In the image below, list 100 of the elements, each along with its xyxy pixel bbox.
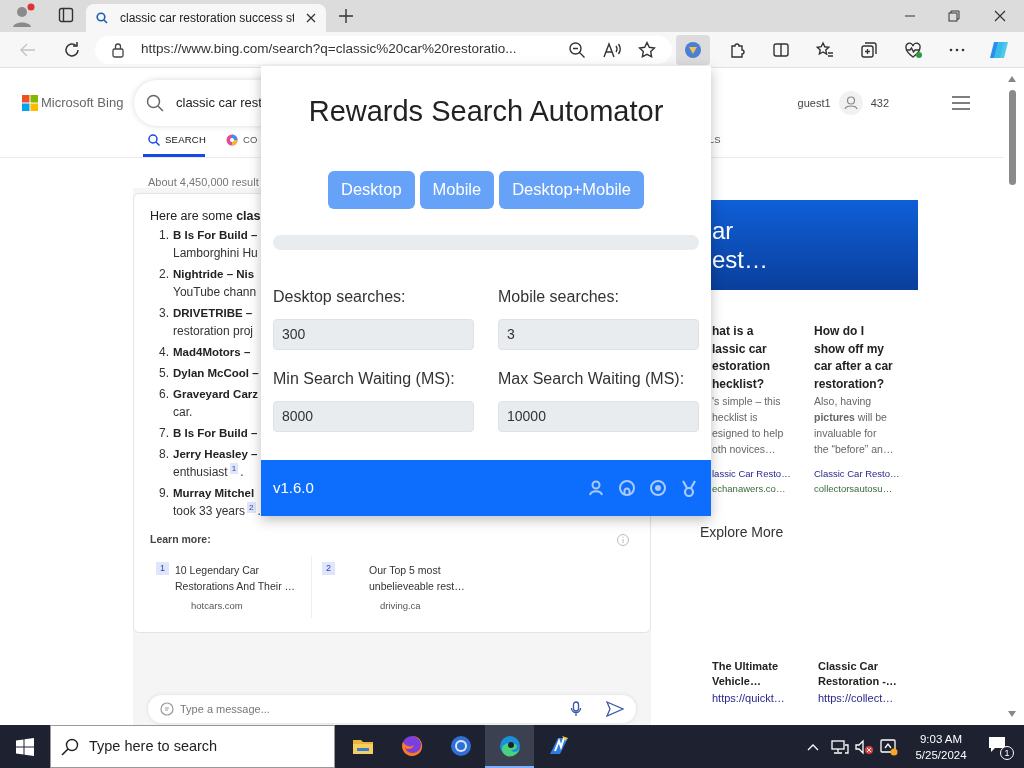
explore-card[interactable]: The Ultimate Vehicle… https://quickt…	[700, 659, 808, 707]
snippet-text: invaluable for	[814, 426, 878, 441]
address-field[interactable]: https://www.bing.com/search?q=classic%20car%20restoratio...	[95, 35, 672, 64]
source-card[interactable]: 2 Our Top 5 most unbelieveable rest… driving.ca	[312, 555, 474, 618]
message-field[interactable]: Type a message...	[148, 695, 636, 723]
taskbar-app[interactable]	[485, 725, 534, 768]
heart-pulse-icon[interactable]	[904, 40, 922, 59]
person-badge-icon[interactable]	[588, 480, 604, 496]
field-label: Desktop searches:	[273, 286, 407, 307]
tab-actions-icon[interactable]	[58, 7, 74, 23]
notification-icon[interactable]	[988, 734, 1006, 753]
question-text: restoration?	[814, 375, 885, 393]
user-name[interactable]: guest1	[797, 94, 831, 112]
profile-icon[interactable]	[10, 3, 36, 29]
zoom-out-icon[interactable]	[568, 40, 586, 59]
extension-button[interactable]	[676, 34, 710, 65]
citation-link[interactable]: 1	[229, 463, 239, 474]
question-text: estoration	[712, 358, 771, 375]
banner-title: ar	[712, 216, 735, 245]
medal-icon[interactable]	[681, 479, 697, 497]
source-link[interactable]: lassic Car Resto…	[712, 466, 806, 481]
question-text: car after a car	[814, 358, 894, 375]
snippet-text: pictures will be	[814, 410, 888, 425]
list-number: 4.	[158, 344, 170, 361]
nav-tab[interactable]: CO	[221, 126, 263, 157]
avatar-icon[interactable]	[838, 91, 863, 115]
question-text: hecklist?	[712, 375, 766, 393]
clock-date[interactable]: 5/25/2024	[915, 746, 967, 763]
search-icon	[148, 134, 160, 146]
number-field[interactable]: 8000	[273, 400, 474, 432]
source-card[interactable]: 1 10 Legendary Car Restorations And Their … hotcars.com	[150, 555, 312, 618]
item-title: Graveyard Carz	[173, 387, 259, 402]
search-icon	[146, 94, 164, 112]
section-title: Explore More	[700, 523, 785, 542]
new-tab-icon[interactable]	[338, 8, 354, 24]
list-number: 8.	[158, 446, 170, 463]
number-field[interactable]: 300	[273, 318, 474, 350]
clock-time[interactable]: 9:03 AM	[919, 730, 963, 747]
multicolor-swirl-icon	[226, 134, 238, 146]
item-title: Murray Mitchel	[173, 486, 256, 501]
card-link[interactable]: https://collect…	[818, 689, 916, 707]
citation-link[interactable]: 2	[247, 502, 256, 513]
source-title: Our Top 5 most	[369, 562, 442, 578]
search-placeholder: Type here to search	[89, 736, 218, 756]
snippet-text: Also, having	[814, 394, 873, 409]
scrollbar-thumb[interactable]	[1008, 90, 1016, 185]
extensions-icon[interactable]	[728, 40, 746, 59]
volume-muted-icon[interactable]	[855, 738, 873, 755]
item-title: Mad4Motors –	[173, 345, 251, 360]
question-text: How do I	[814, 323, 865, 340]
source-domain: driving.ca	[380, 598, 422, 613]
taskbar-search-field[interactable]: Type here to search	[50, 725, 335, 768]
source-title: Restorations And Their …	[175, 578, 296, 594]
item-title: B Is For Build –	[173, 426, 258, 441]
item-text: YouTube chann	[173, 284, 257, 301]
item-text: car.	[173, 404, 193, 421]
microphone-icon[interactable]	[570, 701, 582, 717]
snippet-text: esigned to help	[712, 426, 785, 441]
field-label: Mobile searches:	[498, 286, 620, 307]
item-text: took 33 years	[173, 503, 246, 520]
favorites-icon[interactable]	[816, 40, 834, 59]
chevron-up-icon[interactable]	[807, 742, 819, 751]
restore-icon[interactable]	[948, 10, 960, 22]
logo-text: Microsoft Bing	[41, 94, 125, 113]
battery-alert-icon[interactable]	[880, 737, 898, 756]
number-field[interactable]: 3	[498, 318, 699, 350]
card-link[interactable]: https://quickt…	[712, 689, 808, 707]
item-text: enthusiast	[173, 464, 228, 481]
scroll-down-icon[interactable]	[1008, 711, 1016, 717]
item-text: Lamborghini Hu	[173, 245, 258, 262]
menu-icon[interactable]	[952, 96, 970, 110]
close-icon[interactable]	[306, 13, 316, 23]
search-query: classic car rest	[176, 94, 262, 113]
notification-count: 1	[1000, 745, 1014, 760]
ring-icon	[448, 733, 473, 758]
source-number: 1	[156, 561, 169, 575]
windows-start-icon[interactable]	[16, 737, 34, 756]
refresh-icon[interactable]	[63, 40, 81, 59]
explore-card[interactable]: Classic Car Restoration -… https://collect…	[808, 659, 916, 707]
chat-bubble-icon	[160, 702, 174, 716]
snippet-text: the “before” an…	[814, 442, 895, 457]
split-screen-icon[interactable]	[772, 40, 790, 59]
close-icon[interactable]	[994, 10, 1006, 22]
question-card[interactable]: How do I show off my car after a car restoration? Also, having pictures will be invaluable for the “before” an… Classic Car Resto… collectorsautosu…	[806, 323, 912, 503]
card-title: The Ultimate	[712, 659, 779, 674]
item-text: .	[240, 464, 244, 481]
list-number: 7.	[158, 425, 170, 442]
read-aloud-icon[interactable]	[602, 40, 622, 59]
message-placeholder: Type a message...	[180, 701, 271, 717]
send-icon[interactable]	[606, 701, 624, 717]
source-link[interactable]: Classic Car Resto…	[814, 466, 912, 481]
scroll-up-icon[interactable]	[1008, 76, 1016, 82]
swirl-icon	[497, 733, 522, 758]
list-number: 9.	[158, 485, 170, 502]
favorite-star-icon[interactable]	[638, 40, 656, 59]
network-icon[interactable]	[831, 738, 849, 755]
card-title: Classic Car	[818, 659, 879, 674]
collections-icon[interactable]	[860, 40, 878, 59]
circle-logo-icon[interactable]	[650, 480, 666, 496]
number-field[interactable]: 10000	[498, 400, 699, 432]
